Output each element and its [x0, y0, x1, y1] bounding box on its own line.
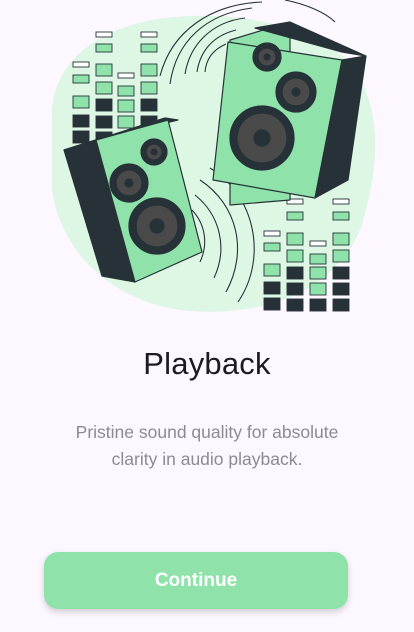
continue-button[interactable]: Continue — [44, 552, 348, 609]
speakers-illustration — [51, 0, 376, 312]
page-description: Pristine sound quality for absolute clar… — [75, 422, 339, 469]
speaker-icon — [212, 21, 367, 206]
continue-button-label: Continue — [154, 569, 238, 591]
onboarding-screen: Playback Pristine sound quality for abso… — [0, 0, 414, 632]
page-title: Playback — [143, 346, 271, 381]
